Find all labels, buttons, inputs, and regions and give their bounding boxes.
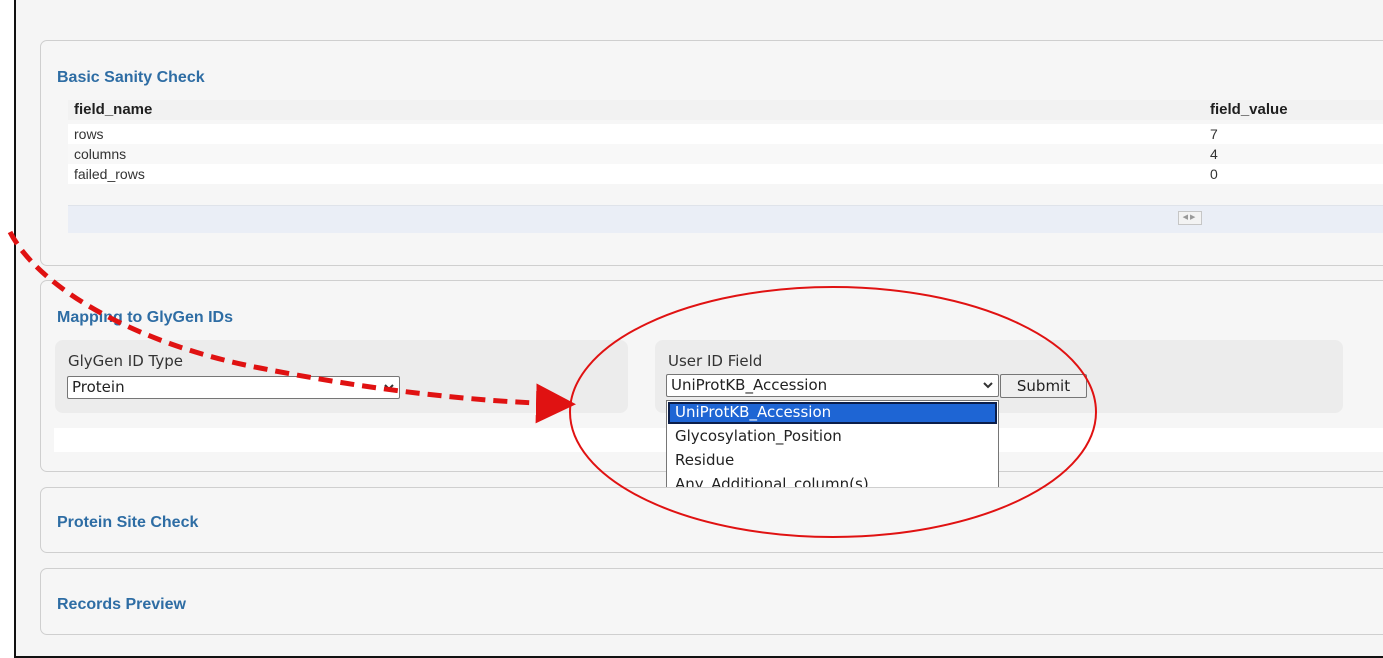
chevron-down-icon [383,377,395,405]
table-row: rows 7 [68,124,1383,144]
table-row: failed_rows 0 [68,164,1383,184]
records-preview-panel[interactable]: Records Preview [40,568,1383,635]
glygen-id-type-select[interactable]: Protein [67,376,400,399]
chevron-down-icon [982,375,994,403]
mapping-title: Mapping to GlyGen IDs [57,309,234,326]
protein-site-title[interactable]: Protein Site Check [57,514,198,532]
protein-site-panel[interactable]: Protein Site Check [40,487,1383,553]
sanity-check-title: Basic Sanity Check [57,69,205,86]
submit-button[interactable]: Submit [1000,374,1087,398]
column-header-field-name[interactable]: field_name [74,101,152,118]
records-preview-title[interactable]: Records Preview [57,596,186,614]
table-row: columns 4 [68,144,1383,164]
option-glycosylation-position[interactable]: Glycosylation_Position [668,426,997,448]
cell-field-name: columns [74,146,127,162]
table-header-row: field_name field_value [68,100,1383,120]
cell-field-name: rows [74,126,104,142]
option-uniprotkb-accession[interactable]: UniProtKB_Accession [668,402,997,424]
user-id-field-options: UniProtKB_Accession Glycosylation_Positi… [666,400,999,498]
glygen-id-type-label: GlyGen ID Type [68,352,183,370]
option-residue[interactable]: Residue [668,450,997,472]
cell-field-value: 0 [1210,166,1218,182]
cell-field-value: 7 [1210,126,1218,142]
table-footer: ◀▶ [68,205,1383,233]
cell-field-name: failed_rows [74,166,145,182]
horizontal-scroll-arrows-icon[interactable]: ◀▶ [1178,211,1202,225]
user-id-field-select[interactable]: UniProtKB_Accession [666,374,999,397]
user-id-field-label: User ID Field [668,352,763,370]
glygen-id-type-value: Protein [72,378,125,396]
cell-field-value: 4 [1210,146,1218,162]
column-header-field-value[interactable]: field_value [1210,101,1288,118]
user-id-field-value: UniProtKB_Accession [671,376,828,394]
